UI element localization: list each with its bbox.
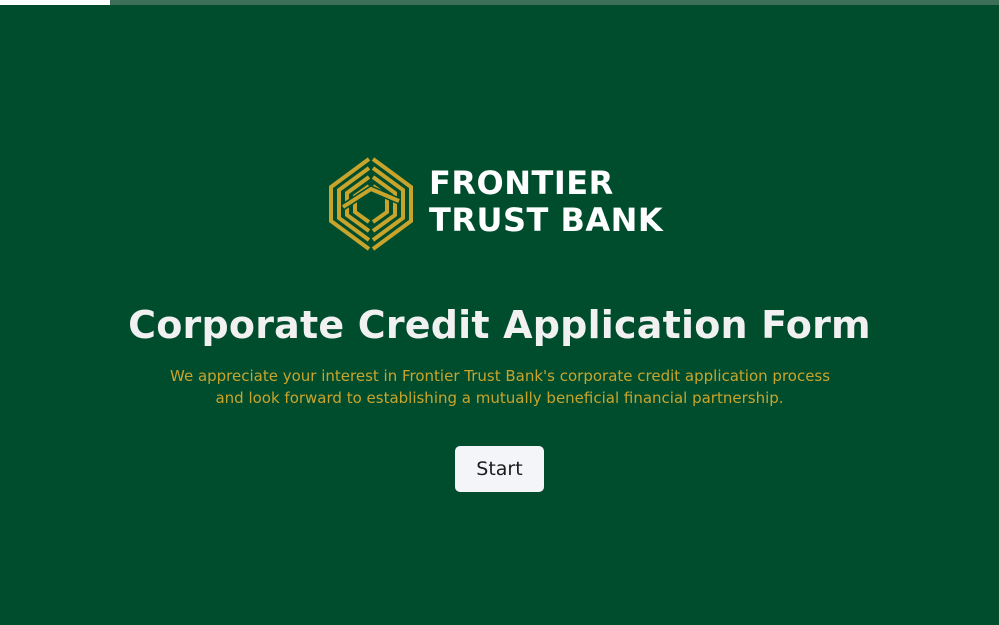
- brand-name: FRONTIER TRUST BANK: [429, 165, 663, 239]
- brand-name-line2: TRUST BANK: [429, 201, 664, 239]
- brand-name-line1: FRONTIER: [429, 164, 614, 202]
- intro-text-line2: and look forward to establishing a mutua…: [215, 389, 784, 407]
- intro-text-line1: We appreciate your interest in Frontier …: [170, 367, 831, 385]
- page-title: Corporate Credit Application Form: [128, 303, 871, 347]
- brand-logo: FRONTIER TRUST BANK: [329, 157, 663, 252]
- frontier-chevron-logo-icon: [329, 157, 413, 251]
- intro-text: We appreciate your interest in Frontier …: [170, 365, 831, 409]
- progress-bar-fill: [0, 0, 110, 5]
- start-button[interactable]: Start: [455, 446, 544, 492]
- progress-bar: [0, 0, 999, 5]
